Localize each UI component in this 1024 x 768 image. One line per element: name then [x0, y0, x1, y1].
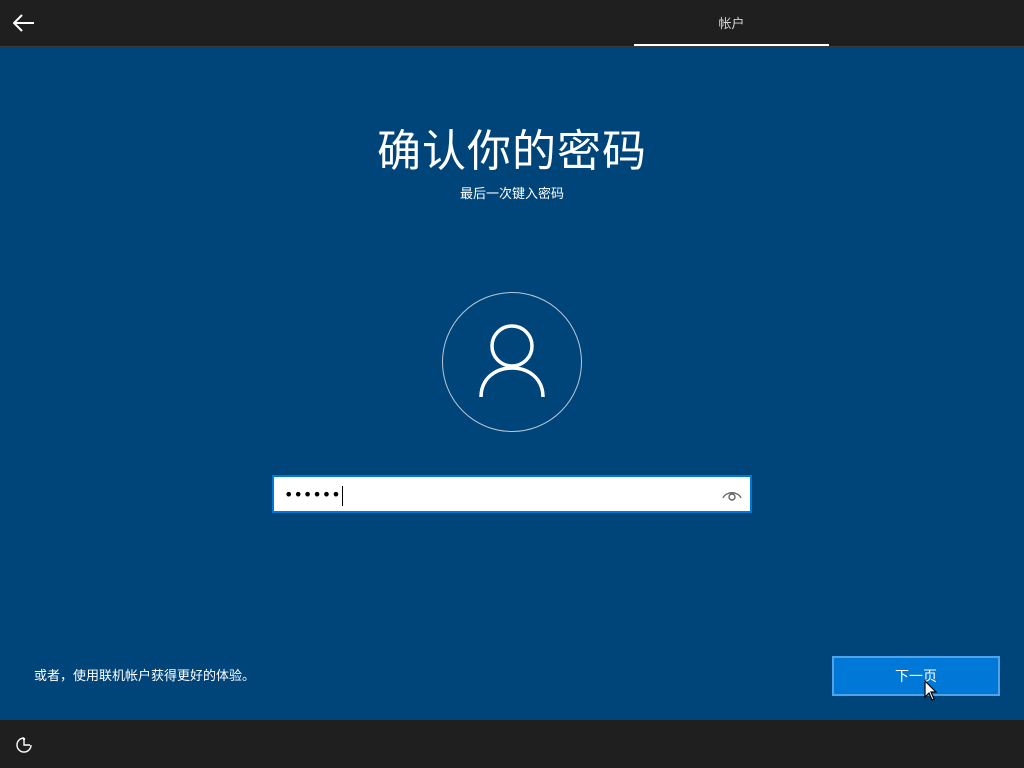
next-button[interactable]: 下一页 [832, 656, 1000, 696]
page-subtitle: 最后一次键入密码 [459, 187, 564, 202]
back-arrow-icon [13, 14, 34, 32]
page-title: 确认你的密码 [377, 126, 647, 177]
online-account-link[interactable]: 或者，使用联机帐户获得更好的体验。 [34, 667, 255, 687]
tab-account[interactable]: 帐户 [634, 0, 829, 46]
user-icon [479, 324, 545, 398]
oobe-screen: 帐户 确认你的密码 最后一次键入密码 •••••• 或者，使用联机帐户获得更好的… [0, 0, 1024, 768]
text-caret [341, 485, 343, 506]
back-button[interactable] [6, 6, 42, 40]
reveal-password-button[interactable] [720, 483, 744, 507]
password-value: •••••• [284, 485, 343, 506]
ease-of-access-icon [16, 737, 32, 753]
eye-icon [722, 492, 742, 501]
ease-of-access-button[interactable] [12, 734, 36, 756]
bottom-bar [0, 720, 1024, 768]
top-bar: 帐户 [0, 0, 1024, 47]
mouse-pointer-icon [924, 680, 938, 701]
password-input[interactable]: •••••• [272, 475, 752, 513]
avatar [442, 292, 582, 432]
